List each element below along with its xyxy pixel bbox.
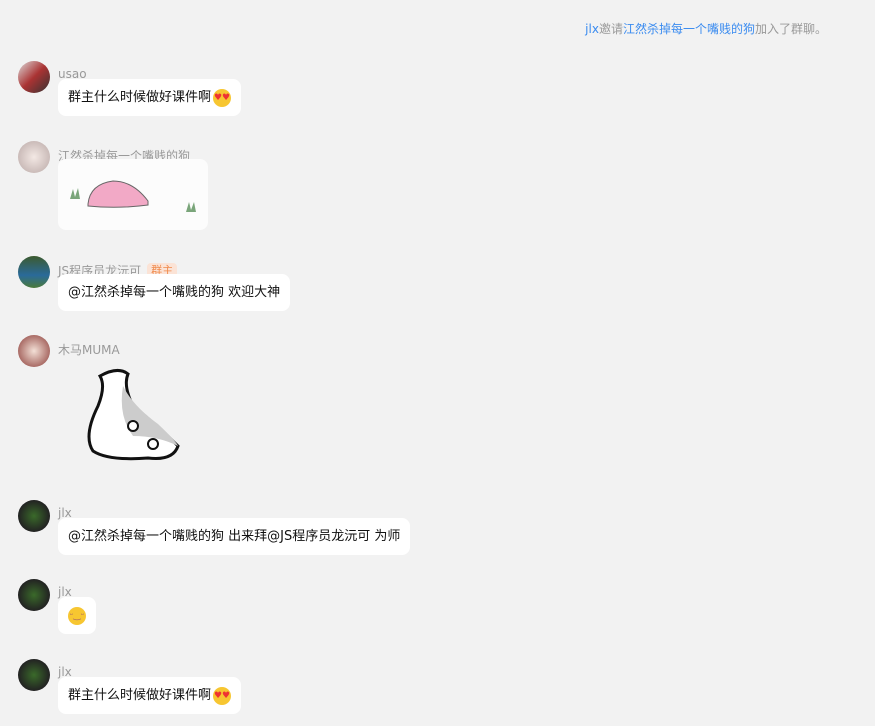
message-bubble: @江然杀掉每一个嘴贱的狗 出来拜@JS程序员龙沅可 为师	[58, 518, 411, 555]
message-bubble: 群主什么时候做好课件啊 ♥♥	[58, 677, 242, 714]
notice-action: 邀请	[598, 22, 623, 36]
message-bubble: 群主什么时候做好课件啊 ♥♥	[58, 79, 242, 116]
heart-eyes-emoji-icon: ♥♥	[213, 686, 232, 705]
invitee-link[interactable]: 江然杀掉每一个嘴贱的狗	[623, 22, 755, 36]
pink-blob-sticker[interactable]	[58, 159, 208, 230]
message-text: @江然杀掉每一个嘴贱的狗 欢迎大神	[68, 285, 281, 300]
message-text: 群主什么时候做好课件啊	[68, 688, 212, 703]
avatar[interactable]	[18, 500, 50, 532]
inviter-link[interactable]: jlx	[585, 22, 599, 36]
avatar[interactable]	[18, 579, 50, 611]
grin-emoji-icon: ᵕ‿ᵕ	[68, 606, 86, 625]
avatar[interactable]	[18, 141, 50, 173]
message-text: @江然杀掉每一个嘴贱的狗 出来拜@JS程序员龙沅可 为师	[68, 529, 401, 544]
avatar[interactable]	[18, 256, 50, 288]
message-text: 群主什么时候做好课件啊	[68, 90, 212, 105]
avatar[interactable]	[18, 61, 50, 93]
avatar[interactable]	[18, 659, 50, 691]
heart-eyes-emoji-icon: ♥♥	[213, 88, 232, 107]
message-bubble: ᵕ‿ᵕ	[58, 597, 96, 634]
seal-sticker[interactable]	[78, 366, 188, 466]
message-bubble: @江然杀掉每一个嘴贱的狗 欢迎大神	[58, 274, 291, 311]
avatar[interactable]	[18, 335, 50, 367]
notice-suffix: 加入了群聊。	[754, 22, 827, 36]
pink-blob-icon	[70, 180, 196, 212]
sender-name[interactable]: 木马MUMA	[58, 341, 120, 358]
system-notice: jlx邀请江然杀掉每一个嘴贱的狗加入了群聊。	[585, 20, 827, 37]
